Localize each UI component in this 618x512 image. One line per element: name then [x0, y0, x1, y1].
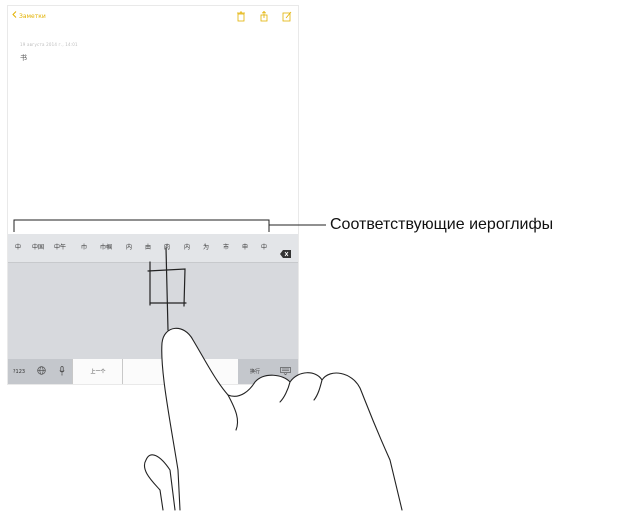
- handwritten-stroke: [147, 247, 187, 331]
- callout-bracket: [13, 219, 326, 232]
- hand-illustration: [144, 327, 403, 511]
- illustration-overlay: [13, 219, 403, 511]
- callout-label: Соответствующие иероглифы: [330, 216, 554, 233]
